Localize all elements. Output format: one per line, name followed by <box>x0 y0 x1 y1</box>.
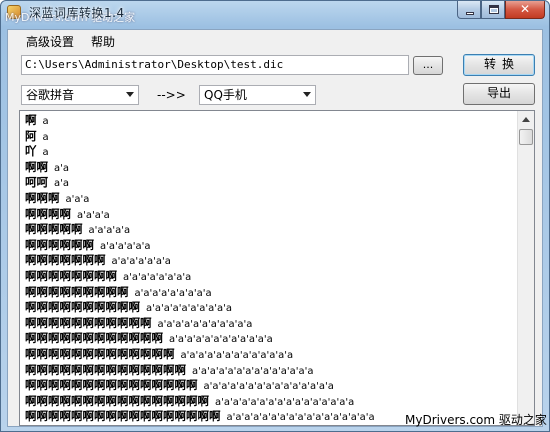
window-title: 深蓝词库转换1.4 <box>29 6 125 20</box>
minimize-icon <box>466 12 474 15</box>
title-bar[interactable]: MyDrivers.com 驱动之家 深蓝词库转换1.4 ✕ <box>1 1 549 24</box>
output-pinyin: a'a'a'a'a'a'a'a'a'a'a'a'a <box>180 349 294 361</box>
output-pinyin: a'a'a'a <box>77 209 110 221</box>
output-word: 啊啊啊啊啊啊啊啊啊啊啊啊啊啊啊啊啊 <box>25 409 221 424</box>
output-pinyin: a'a <box>54 178 70 190</box>
vertical-scrollbar[interactable] <box>517 111 534 425</box>
output-line: 呵呵 a'a <box>25 175 517 191</box>
output-pinyin: a'a'a'a'a'a'a'a'a'a'a <box>157 318 253 330</box>
output-word: 阿 <box>25 128 37 143</box>
output-pinyin: a'a'a'a'a'a'a <box>111 256 171 268</box>
export-button[interactable]: 导出 <box>463 83 535 105</box>
output-word: 啊啊啊啊啊啊 <box>25 237 94 252</box>
output-word: 吖 <box>25 144 37 159</box>
output-word: 啊啊啊啊啊啊啊啊啊啊啊 <box>25 315 152 330</box>
output-word: 啊啊 <box>25 159 48 174</box>
output-lines: 啊 a 阿 a 吖 a 啊啊 a'a 呵呵 a'a 啊啊啊 a'a'a 啊啊啊啊 a'a'a'a 啊啊啊啊啊… <box>25 113 517 425</box>
output-pinyin: a'a'a'a'a'a'a'a <box>123 271 192 283</box>
output-line: 啊啊啊啊啊啊啊啊啊啊啊 a'a'a'a'a'a'a'a'a'a'a <box>25 316 517 332</box>
output-word: 啊啊啊啊啊啊啊啊啊啊 <box>25 300 140 315</box>
output-word: 啊啊啊 <box>25 190 60 205</box>
output-word: 啊啊啊啊啊啊啊啊啊啊啊啊啊 <box>25 346 175 361</box>
chevron-down-icon <box>126 92 134 97</box>
output-line: 啊啊啊啊啊啊啊啊啊啊啊啊 a'a'a'a'a'a'a'a'a'a'a'a <box>25 331 517 347</box>
arrow-up-icon <box>522 117 530 122</box>
output-line: 啊啊啊啊啊啊啊 a'a'a'a'a'a'a <box>25 253 517 269</box>
output-line: 阿a <box>25 129 517 145</box>
output-pinyin: a'a'a'a'a'a'a'a'a'a <box>146 303 233 315</box>
minimize-button[interactable] <box>457 1 481 19</box>
close-icon: ✕ <box>519 2 531 16</box>
output-word: 啊啊啊啊啊啊啊啊啊啊啊啊啊啊啊 <box>25 378 198 393</box>
output-word: 呵呵 <box>25 175 48 190</box>
output-word: 啊啊啊啊啊啊啊啊啊 <box>25 284 129 299</box>
output-word: 啊 <box>25 113 37 127</box>
maximize-icon <box>489 5 499 14</box>
target-format-value: QQ手机 <box>204 88 247 102</box>
output-line: 啊啊啊 a'a'a <box>25 191 517 207</box>
close-button[interactable]: ✕ <box>505 1 545 19</box>
output-line: 啊啊啊啊啊啊啊啊啊啊啊啊啊啊 a'a'a'a'a'a'a'a'a'a'a'a'a'… <box>25 363 517 379</box>
output-line: 啊啊啊啊啊啊啊啊啊啊 a'a'a'a'a'a'a'a'a'a <box>25 300 517 316</box>
source-format-select[interactable]: 谷歌拼音 <box>21 85 139 105</box>
menu-bar: 高级设置 帮助 <box>8 30 542 50</box>
convert-button[interactable]: 转换 <box>463 54 535 76</box>
output-pinyin: a'a'a'a'a'a <box>100 240 151 252</box>
output-line: 啊啊啊啊 a'a'a'a <box>25 207 517 223</box>
output-word: 啊啊啊啊啊啊啊啊啊啊啊啊 <box>25 331 163 346</box>
output-pinyin: a'a'a <box>65 193 90 205</box>
conversion-arrow-label: -->> <box>157 88 186 102</box>
output-line: 啊啊啊啊啊啊啊啊啊啊啊啊啊 a'a'a'a'a'a'a'a'a'a'a'a'a <box>25 347 517 363</box>
output-line: 啊啊啊啊啊啊啊啊啊 a'a'a'a'a'a'a'a'a <box>25 285 517 301</box>
menu-help[interactable]: 帮助 <box>91 33 115 50</box>
output-line: 啊啊啊啊啊啊啊啊啊啊啊啊啊啊啊 a'a'a'a'a'a'a'a'a'a'a'a'a… <box>25 378 517 394</box>
output-pinyin: a'a'a'a'a'a'a'a'a'a'a'a'a'a'a'a'a <box>226 412 375 424</box>
maximize-button[interactable] <box>481 1 505 19</box>
client-area: 高级设置 帮助 C:\Users\Administrator\Desktop\t… <box>7 29 543 427</box>
output-line: 啊a <box>25 113 517 129</box>
output-word: 啊啊啊啊啊啊啊啊啊啊啊啊啊啊啊啊 <box>25 393 209 408</box>
output-pinyin: a'a'a'a'a'a'a'a'a <box>134 287 212 299</box>
output-pinyin: a'a <box>54 162 70 174</box>
output-word: 啊啊啊啊 <box>25 206 71 221</box>
output-line: 啊啊啊啊啊啊啊啊 a'a'a'a'a'a'a'a <box>25 269 517 285</box>
chevron-down-icon <box>303 92 311 97</box>
output-word: 啊啊啊啊啊啊啊啊 <box>25 268 117 283</box>
output-pinyin: a'a'a'a'a'a'a'a'a'a'a'a <box>169 334 273 346</box>
output-textarea[interactable]: 啊 a 阿 a 吖 a 啊啊 a'a 呵呵 a'a 啊啊啊 a'a'a 啊啊啊啊 a'a'a'a 啊啊啊啊啊… <box>19 110 535 426</box>
app-window: MyDrivers.com 驱动之家 深蓝词库转换1.4 ✕ 高级设置 帮助 C… <box>0 0 550 432</box>
scroll-thumb[interactable] <box>519 129 533 145</box>
output-line: 啊啊啊啊啊 a'a'a'a'a <box>25 222 517 238</box>
output-line: 啊啊啊啊啊啊啊啊啊啊啊啊啊啊啊啊 a'a'a'a'a'a'a'a'a'a'a'a'… <box>25 394 517 410</box>
output-pinyin: a'a'a'a'a'a'a'a'a'a'a'a'a'a'a <box>203 381 334 393</box>
output-word: 啊啊啊啊啊 <box>25 222 83 237</box>
scroll-up-button[interactable] <box>518 111 534 128</box>
output-pinyin: a'a'a'a'a'a'a'a'a'a'a'a'a'a'a'a <box>215 396 355 408</box>
watermark-bottom: MyDrivers.com 驱动之家 <box>405 413 547 427</box>
output-line: 吖a <box>25 144 517 160</box>
target-format-select[interactable]: QQ手机 <box>199 85 316 105</box>
output-pinyin: a <box>42 131 49 143</box>
output-pinyin: a <box>42 147 49 159</box>
file-path-input[interactable]: C:\Users\Administrator\Desktop\test.dic <box>21 55 409 75</box>
output-word: 啊啊啊啊啊啊啊啊啊啊啊啊啊啊 <box>25 362 186 377</box>
output-pinyin: a <box>42 116 49 127</box>
output-line: 啊啊 a'a <box>25 160 517 176</box>
menu-advanced-settings[interactable]: 高级设置 <box>26 33 74 50</box>
source-format-value: 谷歌拼音 <box>26 88 75 102</box>
output-pinyin: a'a'a'a'a'a'a'a'a'a'a'a'a'a <box>192 365 314 377</box>
browse-button[interactable]: ... <box>413 56 443 75</box>
output-line: 啊啊啊啊啊啊 a'a'a'a'a'a <box>25 238 517 254</box>
output-pinyin: a'a'a'a'a <box>88 225 131 237</box>
output-word: 啊啊啊啊啊啊啊 <box>25 253 106 268</box>
